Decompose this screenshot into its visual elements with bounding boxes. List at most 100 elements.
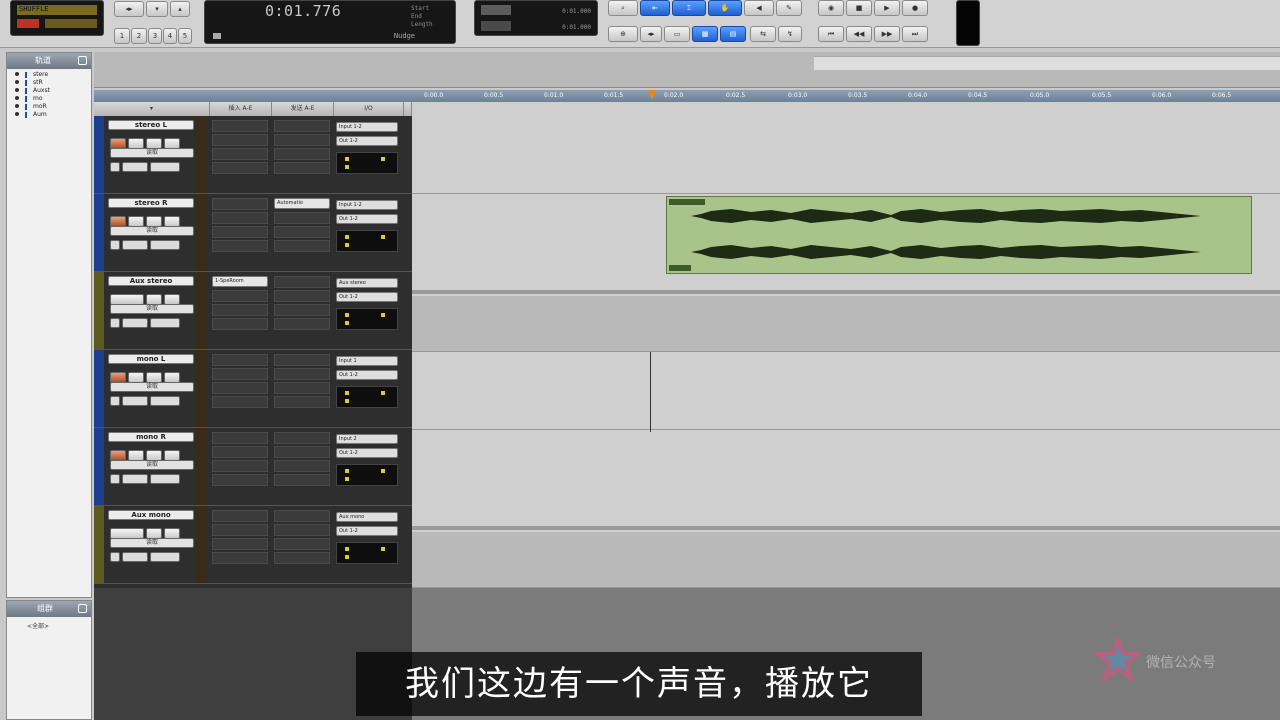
insert-slot[interactable]: [212, 226, 268, 238]
track-select-strip[interactable]: [94, 272, 104, 349]
track-lane-mono-r[interactable]: [412, 430, 1280, 530]
tracks-list-header[interactable]: 轨道: [7, 53, 91, 69]
send-slot[interactable]: [274, 510, 330, 522]
zoom-preset-1[interactable]: 1: [114, 28, 130, 44]
send-slot[interactable]: [274, 162, 330, 174]
timebase-ruler-strip[interactable]: [814, 56, 1280, 70]
send-automation[interactable]: Automatio: [274, 198, 330, 209]
go-to-end-icon[interactable]: ⏭: [902, 26, 928, 42]
send-slot[interactable]: [274, 538, 330, 550]
send-slot[interactable]: [274, 524, 330, 536]
list-item[interactable]: mo: [15, 95, 91, 103]
input-selector[interactable]: Input 1: [336, 356, 398, 366]
online-button-icon[interactable]: ◉: [818, 0, 844, 16]
add-track-icon[interactable]: [110, 396, 120, 406]
automation-mode-select[interactable]: 读取: [110, 148, 194, 158]
scrubber-tool-icon[interactable]: ◀: [744, 0, 774, 16]
input-selector[interactable]: Aux mono: [336, 512, 398, 522]
send-slot[interactable]: [274, 396, 330, 408]
volume-pan-display[interactable]: [336, 308, 398, 330]
inserts-column-header[interactable]: 插入 A-E: [210, 102, 272, 116]
send-slot[interactable]: [274, 432, 330, 444]
track-name[interactable]: mono R: [108, 432, 194, 442]
record-button-icon[interactable]: ●: [902, 0, 928, 16]
list-item[interactable]: moR: [15, 103, 91, 111]
nudge-mode-button[interactable]: ▤: [720, 26, 746, 42]
groups-header[interactable]: 组群: [7, 601, 91, 617]
add-track-icon[interactable]: [110, 240, 120, 250]
fast-forward-button-icon[interactable]: ▶▶: [874, 26, 900, 42]
zoom-in-button[interactable]: ▴: [170, 1, 190, 17]
track-view-select[interactable]: [122, 240, 148, 250]
track-name[interactable]: mono L: [108, 354, 194, 364]
shuffle-mode-button[interactable]: ⊕: [608, 26, 638, 42]
send-slot[interactable]: [274, 134, 330, 146]
visibility-icon[interactable]: [15, 88, 19, 92]
track-lane-aux-stereo[interactable]: [412, 296, 1280, 352]
track-select-strip[interactable]: [94, 194, 104, 271]
track-view-select[interactable]: [122, 552, 148, 562]
timeline-ruler[interactable]: 0:00.0 0:00.5 0:01.0 0:01.5 0:02.0 0:02.…: [94, 90, 1280, 102]
output-selector[interactable]: Out 1-2: [336, 448, 398, 458]
main-counter-display[interactable]: 0:01.776 Start End Length Nudge: [204, 0, 456, 44]
automation-mode-select[interactable]: 读取: [110, 304, 194, 314]
output-selector[interactable]: Out 1-2: [336, 214, 398, 224]
pencil-tool-icon[interactable]: ✎: [776, 0, 802, 16]
send-slot[interactable]: [274, 148, 330, 160]
send-slot[interactable]: [274, 460, 330, 472]
zoom-preset-button[interactable]: ◂▸: [114, 1, 144, 17]
track-select-strip[interactable]: [94, 428, 104, 505]
track-select-strip[interactable]: [94, 116, 104, 193]
input-selector[interactable]: Input 1-2: [336, 200, 398, 210]
group-all-item[interactable]: <全部>: [7, 617, 91, 630]
visibility-icon[interactable]: [15, 112, 19, 116]
track-name[interactable]: Aux mono: [108, 510, 194, 520]
insert-slot[interactable]: [212, 368, 268, 380]
track-select-strip[interactable]: [94, 350, 104, 427]
send-slot[interactable]: [274, 446, 330, 458]
grid-chip[interactable]: [481, 5, 511, 15]
insert-slot[interactable]: [212, 318, 268, 330]
list-item[interactable]: Auxst: [15, 87, 91, 95]
insert-slot[interactable]: [212, 446, 268, 458]
sends-column-header[interactable]: 发送 A-E: [272, 102, 334, 116]
insert-slot[interactable]: [212, 354, 268, 366]
zoom-preset-2[interactable]: 2: [131, 28, 147, 44]
track-height-select[interactable]: [150, 552, 180, 562]
output-selector[interactable]: Out 1-2: [336, 370, 398, 380]
slip-mode-button[interactable]: ◂▸: [640, 26, 662, 42]
list-item[interactable]: stere: [15, 71, 91, 79]
insert-slot[interactable]: [212, 162, 268, 174]
track-lane-mono-l[interactable]: [412, 352, 1280, 430]
insert-slot[interactable]: [212, 198, 268, 210]
trim-tool-icon[interactable]: ⇤: [640, 0, 670, 16]
insert-slot[interactable]: [212, 474, 268, 486]
visibility-icon[interactable]: [15, 96, 19, 100]
volume-pan-display[interactable]: [336, 464, 398, 486]
add-track-icon[interactable]: [110, 318, 120, 328]
send-slot[interactable]: [274, 552, 330, 564]
visibility-icon[interactable]: [15, 104, 19, 108]
add-track-icon[interactable]: [110, 162, 120, 172]
link-button[interactable]: ⇆: [750, 26, 776, 42]
track-view-select[interactable]: [122, 318, 148, 328]
groups-menu-icon[interactable]: [78, 604, 87, 613]
selector-tool-icon[interactable]: ⌶: [672, 0, 706, 16]
insert-slot[interactable]: [212, 290, 268, 302]
insert-slot[interactable]: [212, 120, 268, 132]
zoom-tool-icon[interactable]: ⌕: [608, 0, 638, 16]
send-slot[interactable]: [274, 382, 330, 394]
insert-slot[interactable]: [212, 240, 268, 252]
io-column-header[interactable]: I/O: [334, 102, 404, 116]
input-selector[interactable]: Aux stereo: [336, 278, 398, 288]
send-slot[interactable]: [274, 276, 330, 288]
track-name-column-header[interactable]: ▾: [94, 102, 210, 116]
track-view-select[interactable]: [122, 474, 148, 484]
volume-pan-display[interactable]: [336, 386, 398, 408]
send-slot[interactable]: [274, 354, 330, 366]
stop-button-icon[interactable]: ■: [846, 0, 872, 16]
send-slot[interactable]: [274, 368, 330, 380]
insert-slot[interactable]: [212, 538, 268, 550]
insert-plugin[interactable]: 1-SpeRoom: [212, 276, 268, 287]
zoom-out-button[interactable]: ▾: [146, 1, 168, 17]
